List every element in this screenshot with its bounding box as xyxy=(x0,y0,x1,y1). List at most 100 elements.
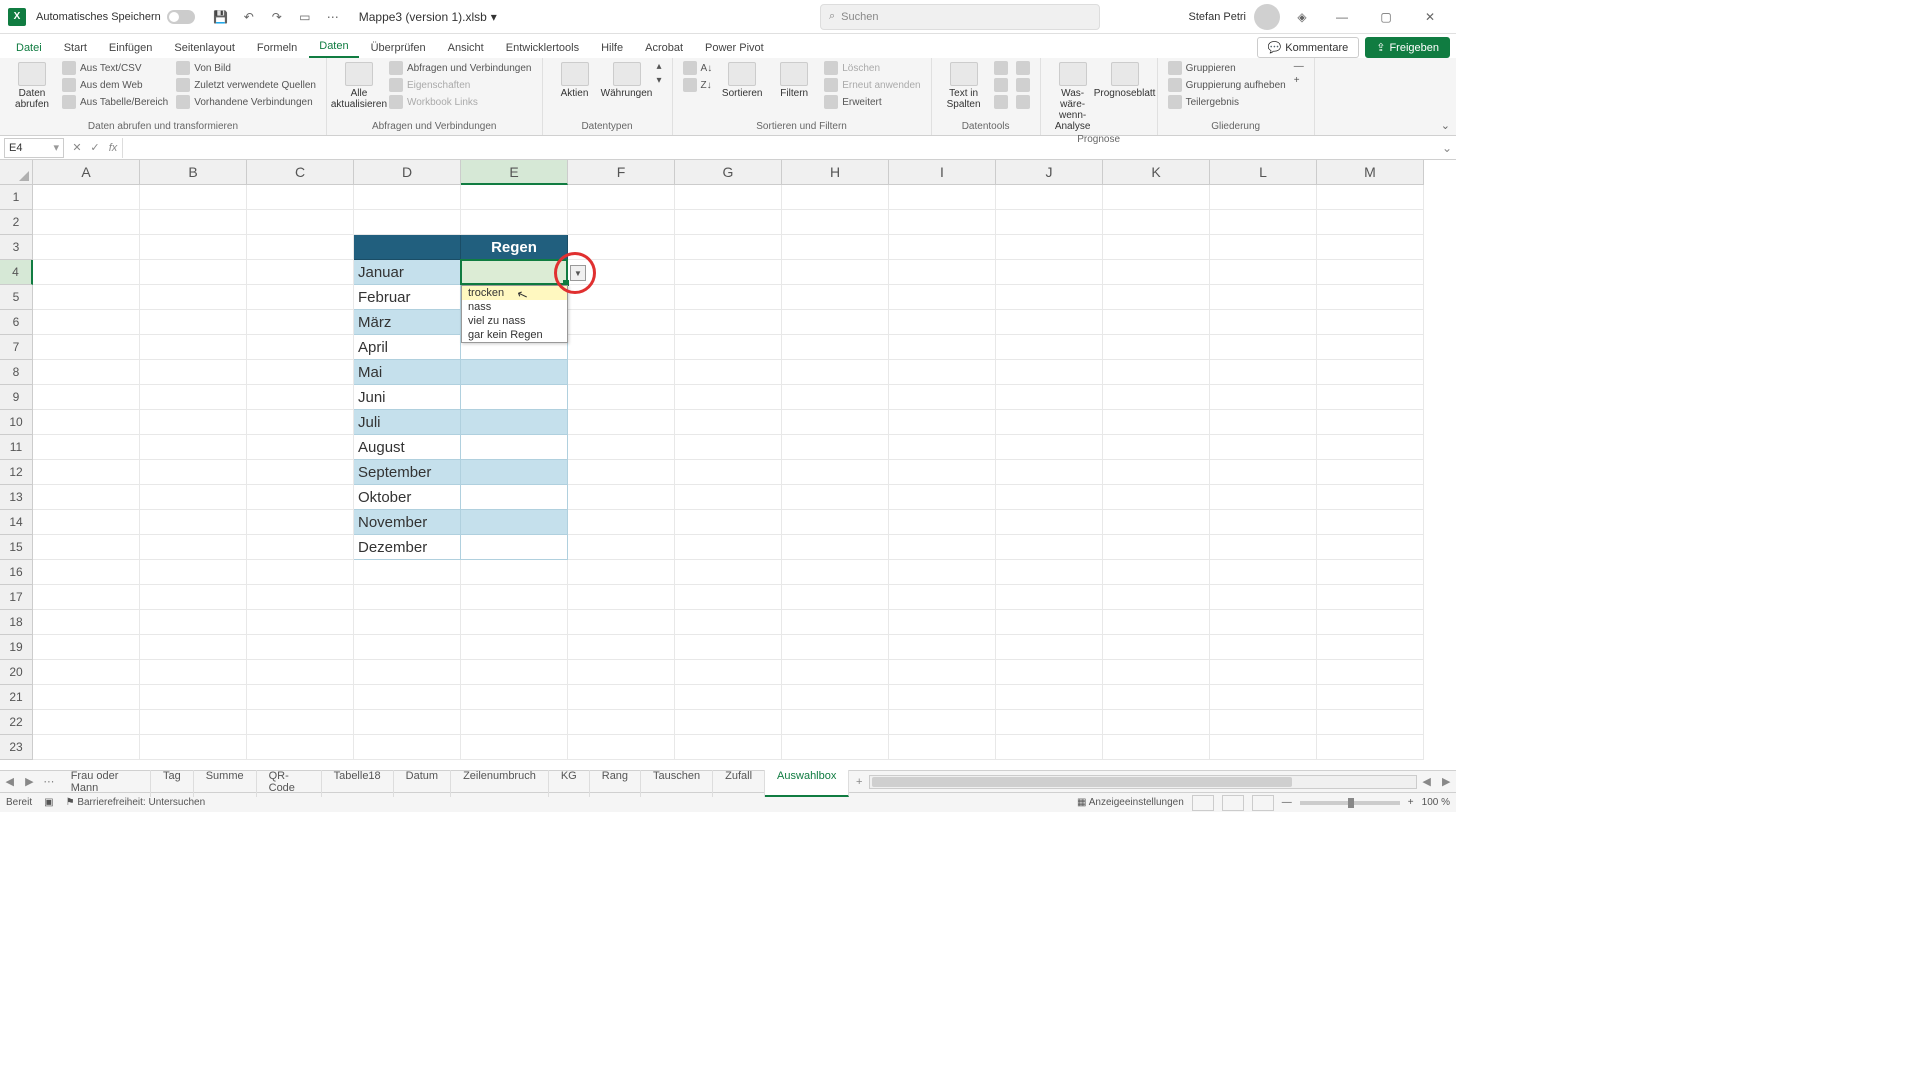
value-cell[interactable] xyxy=(461,385,568,410)
month-cell[interactable]: April xyxy=(354,335,461,360)
cell[interactable] xyxy=(675,535,782,560)
cell[interactable] xyxy=(996,710,1103,735)
row-header-17[interactable]: 17 xyxy=(0,585,33,610)
cell[interactable] xyxy=(247,735,354,760)
cell[interactable] xyxy=(675,210,782,235)
cell[interactable] xyxy=(675,660,782,685)
cell[interactable] xyxy=(1103,435,1210,460)
cell[interactable] xyxy=(140,335,247,360)
cell[interactable] xyxy=(140,210,247,235)
whatif-button[interactable]: Was-wäre-wenn-Analyse xyxy=(1049,60,1097,134)
row-header-21[interactable]: 21 xyxy=(0,685,33,710)
cell[interactable] xyxy=(1210,285,1317,310)
cell[interactable] xyxy=(996,460,1103,485)
menu-tab-acrobat[interactable]: Acrobat xyxy=(635,38,693,58)
cell[interactable] xyxy=(996,735,1103,760)
cell[interactable] xyxy=(889,685,996,710)
cell[interactable] xyxy=(889,660,996,685)
cell[interactable] xyxy=(782,560,889,585)
cell[interactable] xyxy=(1317,185,1424,210)
row-header-12[interactable]: 12 xyxy=(0,460,33,485)
ribbon-item[interactable]: Aus dem Web xyxy=(60,77,170,93)
sheet-tab[interactable]: KG xyxy=(549,767,590,797)
sort-button[interactable]: Sortieren xyxy=(718,60,766,101)
cell[interactable] xyxy=(1210,235,1317,260)
cell[interactable] xyxy=(1317,260,1424,285)
cell[interactable] xyxy=(1317,510,1424,535)
display-settings[interactable]: ▦ Anzeigeeinstellungen xyxy=(1077,797,1184,808)
search-input[interactable]: ⌕ Suchen xyxy=(820,4,1100,30)
cell[interactable] xyxy=(675,585,782,610)
status-accessibility[interactable]: ⚑ Barrierefreiheit: Untersuchen xyxy=(66,797,206,808)
cell[interactable] xyxy=(675,735,782,760)
cell[interactable] xyxy=(889,610,996,635)
col-header-G[interactable]: G xyxy=(675,160,782,185)
username[interactable]: Stefan Petri xyxy=(1189,11,1246,23)
month-cell[interactable]: Januar xyxy=(354,260,461,285)
cell[interactable] xyxy=(1103,610,1210,635)
cell[interactable] xyxy=(33,360,140,385)
cell[interactable] xyxy=(461,210,568,235)
cell[interactable] xyxy=(996,560,1103,585)
cell[interactable] xyxy=(1103,635,1210,660)
col-header-H[interactable]: H xyxy=(782,160,889,185)
cell[interactable] xyxy=(247,610,354,635)
month-cell[interactable]: August xyxy=(354,435,461,460)
cell[interactable] xyxy=(1317,710,1424,735)
cell[interactable] xyxy=(782,485,889,510)
table-header[interactable]: Regen xyxy=(461,235,568,260)
cell[interactable] xyxy=(1317,410,1424,435)
cell[interactable] xyxy=(1103,360,1210,385)
sheet-nav-more[interactable]: ⋯ xyxy=(39,775,59,788)
get-data-button[interactable]: Daten abrufen xyxy=(8,60,56,112)
cell[interactable] xyxy=(568,435,675,460)
cell[interactable] xyxy=(1210,535,1317,560)
cell[interactable] xyxy=(140,510,247,535)
table-header[interactable] xyxy=(354,235,461,260)
menu-tab-datei[interactable]: Datei xyxy=(6,38,52,58)
menu-tab-einfügen[interactable]: Einfügen xyxy=(99,38,162,58)
menu-tab-überprüfen[interactable]: Überprüfen xyxy=(361,38,436,58)
cell[interactable] xyxy=(1317,285,1424,310)
cell[interactable] xyxy=(1317,460,1424,485)
menu-tab-ansicht[interactable]: Ansicht xyxy=(438,38,494,58)
cell[interactable] xyxy=(782,685,889,710)
cell[interactable] xyxy=(1103,735,1210,760)
zoom-slider[interactable] xyxy=(1300,801,1400,805)
stocks-button[interactable]: Aktien xyxy=(551,60,599,101)
sheet-tab[interactable]: Tauschen xyxy=(641,767,713,797)
cell[interactable] xyxy=(247,210,354,235)
cell[interactable] xyxy=(1210,485,1317,510)
cell[interactable] xyxy=(461,735,568,760)
cell[interactable] xyxy=(568,360,675,385)
row-header-7[interactable]: 7 xyxy=(0,335,33,360)
datatype-nav-down[interactable]: ▾ xyxy=(655,74,664,87)
view-pagelayout[interactable] xyxy=(1222,795,1244,811)
cell[interactable] xyxy=(33,285,140,310)
cell[interactable] xyxy=(247,435,354,460)
cell[interactable] xyxy=(996,335,1103,360)
sheet-tab[interactable]: Datum xyxy=(394,767,451,797)
month-cell[interactable]: Oktober xyxy=(354,485,461,510)
cell[interactable] xyxy=(568,610,675,635)
cell[interactable] xyxy=(675,435,782,460)
cell[interactable] xyxy=(354,685,461,710)
cell[interactable] xyxy=(140,235,247,260)
cell[interactable] xyxy=(996,535,1103,560)
cell[interactable] xyxy=(675,460,782,485)
cell[interactable] xyxy=(1103,235,1210,260)
row-header-15[interactable]: 15 xyxy=(0,535,33,560)
cell[interactable] xyxy=(1103,685,1210,710)
accept-formula-icon[interactable]: ✓ xyxy=(86,141,104,154)
cell[interactable] xyxy=(33,235,140,260)
cell[interactable] xyxy=(675,410,782,435)
col-header-L[interactable]: L xyxy=(1210,160,1317,185)
cell[interactable] xyxy=(1210,660,1317,685)
cell[interactable] xyxy=(782,610,889,635)
cell[interactable] xyxy=(354,210,461,235)
cancel-formula-icon[interactable]: ✕ xyxy=(68,141,86,154)
datatool-1[interactable] xyxy=(992,60,1010,76)
selected-cell[interactable] xyxy=(460,259,568,285)
cell[interactable] xyxy=(461,660,568,685)
text-to-columns-button[interactable]: Text in Spalten xyxy=(940,60,988,112)
